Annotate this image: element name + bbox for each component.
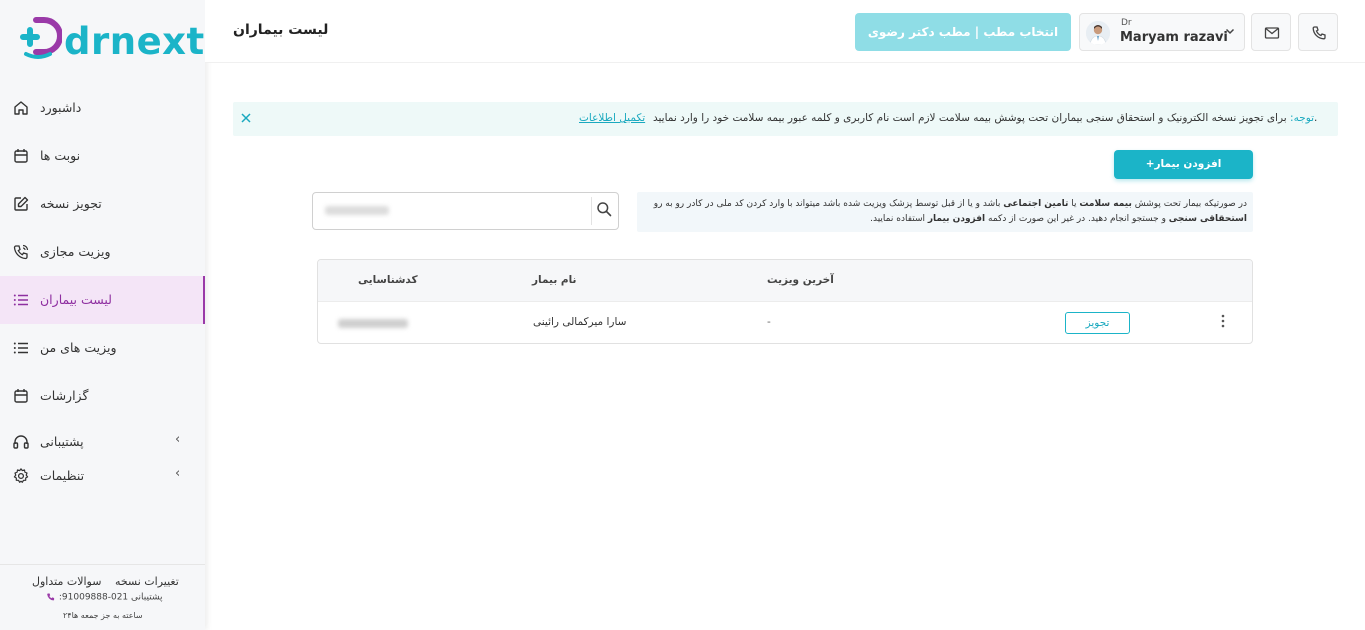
info-text: در صورتیکه بیمار تحت پوشش: [1131, 199, 1247, 209]
search-input[interactable]: [321, 201, 581, 221]
sidebar-footer: تغییرات نسخه سوالات متداول :پشتیبانی 021…: [0, 564, 205, 630]
info-bold: تامین اجتماعی: [1003, 199, 1069, 209]
insurance-notice: تکمیل اطلاعات توجه: برای تجویز نسخه الکت…: [233, 102, 1338, 136]
select-clinic-button[interactable]: انتخاب مطب | مطب دکتر رضوی: [855, 13, 1071, 51]
info-bold: افزودن بیمار: [927, 214, 986, 224]
search-icon[interactable]: [596, 201, 612, 217]
doctor-name: Maryam razavi: [1120, 30, 1228, 45]
support-hours: ۲۴ساعته به جز جمعه ها: [63, 611, 143, 620]
drnext-logo[interactable]: drnext: [16, 14, 204, 70]
add-patient-button[interactable]: +افزودن بیمار: [1114, 150, 1253, 179]
notice-prefix: توجه:: [1290, 112, 1315, 124]
sidebar-item-appointments[interactable]: نوبت ها: [0, 132, 205, 180]
close-icon[interactable]: [239, 111, 253, 125]
notice-body: برای تجویز نسخه الکترونیک و استحقاق سنجی…: [653, 112, 1318, 124]
logo-text: drnext: [64, 20, 205, 63]
footer-links: تغییرات نسخه سوالات متداول: [32, 575, 189, 588]
sidebar-item-label: تجویز نسخه: [40, 196, 102, 211]
list-icon: [13, 294, 28, 306]
national-code-search[interactable]: [312, 192, 619, 230]
patient-name: سارا میرکمالی رائینی: [533, 316, 627, 328]
avatar: [1086, 21, 1110, 45]
patient-code-redacted: [338, 319, 408, 328]
last-visit: -: [767, 316, 771, 328]
info-text: و جستجو انجام دهید. در غیر این صورت از د…: [985, 214, 1169, 224]
table-header: کدشناسایی نام بیمار آخرین ویزیت: [318, 260, 1252, 302]
column-header-code[interactable]: کدشناسایی: [358, 274, 418, 286]
column-header-last-visit[interactable]: آخرین ویزیت: [767, 274, 834, 286]
chevron-left-icon: ‹: [175, 432, 181, 447]
messages-button[interactable]: [1251, 13, 1291, 51]
sidebar-item-label: نوبت ها: [40, 148, 81, 163]
phone-call-icon: [47, 593, 55, 601]
sidebar-item-reports[interactable]: گزارشات: [0, 372, 205, 420]
phone-call-icon: [13, 244, 29, 260]
info-bold: استحقاقی سنجی: [1168, 214, 1247, 224]
sidebar-item-label: گزارشات: [40, 388, 89, 403]
sidebar-item-label: تنظیمات: [40, 468, 85, 483]
calendar-icon: [14, 149, 28, 163]
sidebar-item-prescription[interactable]: تجویز نسخه: [0, 180, 205, 228]
info-text: باشد و یا از قبل توسط پزشک ویزیت شده باش…: [653, 199, 1004, 209]
phone-icon: [1312, 26, 1326, 40]
sidebar-item-label: ویزیت های من: [40, 340, 117, 355]
sidebar-item-label: لیست بیماران: [40, 292, 112, 307]
gear-icon: [13, 468, 29, 483]
home-icon: [14, 101, 28, 115]
sidebar-item-settings[interactable]: تنظیمات ‹: [0, 458, 205, 492]
doctor-prefix: Dr: [1121, 18, 1132, 28]
faq-link[interactable]: سوالات متداول: [32, 575, 101, 588]
page-title: لیست بیماران: [233, 22, 329, 38]
chevron-down-icon: [1225, 28, 1235, 35]
support-number: 021-91009888: [61, 592, 129, 603]
table-row[interactable]: سارا میرکمالی رائینی - تجویز: [318, 302, 1252, 343]
info-text: یا: [1068, 199, 1080, 209]
sidebar-item-my-visits[interactable]: ویزیت های من: [0, 324, 205, 372]
changelog-link[interactable]: تغییرات نسخه: [115, 575, 179, 588]
sidebar-item-label: داشبورد: [40, 100, 82, 115]
calendar-icon: [14, 389, 28, 403]
patients-table: کدشناسایی نام بیمار آخرین ویزیت سارا میر…: [317, 259, 1253, 344]
sidebar-item-support[interactable]: پشتیبانی ‹: [0, 424, 205, 458]
info-text: استفاده نمایید.: [870, 214, 928, 224]
sidebar: drnext داشبورد نوبت ها تجویز نسخه ویزیت …: [0, 0, 205, 630]
sidebar-item-label: پشتیبانی: [40, 434, 84, 449]
column-header-name[interactable]: نام بیمار: [532, 274, 577, 286]
sidebar-item-patient-list[interactable]: لیست بیماران: [0, 276, 205, 324]
notice-text: توجه: برای تجویز نسخه الکترونیک و استحقا…: [653, 112, 1317, 124]
list-icon: [13, 342, 28, 354]
chevron-left-icon: ‹: [175, 466, 181, 481]
top-header: لیست بیماران انتخاب مطب | مطب دکتر رضوی …: [205, 0, 1365, 63]
mail-icon: [1264, 27, 1280, 39]
profile-dropdown[interactable]: Dr Maryam razavi: [1079, 13, 1245, 51]
sidebar-item-virtual-visit[interactable]: ویزیت مجازی: [0, 228, 205, 276]
call-button[interactable]: [1298, 13, 1338, 51]
complete-info-link[interactable]: تکمیل اطلاعات: [579, 112, 645, 124]
logo-mark-icon: [20, 17, 62, 59]
search-divider: [591, 197, 592, 225]
sidebar-nav: داشبورد نوبت ها تجویز نسخه ویزیت مجازی ل…: [0, 84, 205, 492]
search-help-text: در صورتیکه بیمار تحت پوشش بیمه سلامت یا …: [637, 192, 1253, 232]
sidebar-item-label: ویزیت مجازی: [40, 244, 111, 259]
edit-icon: [14, 196, 29, 211]
prescribe-button[interactable]: تجویز: [1065, 312, 1130, 334]
more-vertical-icon[interactable]: [1220, 313, 1226, 329]
headset-icon: [13, 435, 29, 449]
doctor-avatar-icon: [1086, 21, 1110, 45]
sidebar-item-dashboard[interactable]: داشبورد: [0, 84, 205, 132]
support-phone: :پشتیبانی 021-91009888: [46, 592, 162, 603]
info-bold: بیمه سلامت: [1079, 199, 1132, 209]
